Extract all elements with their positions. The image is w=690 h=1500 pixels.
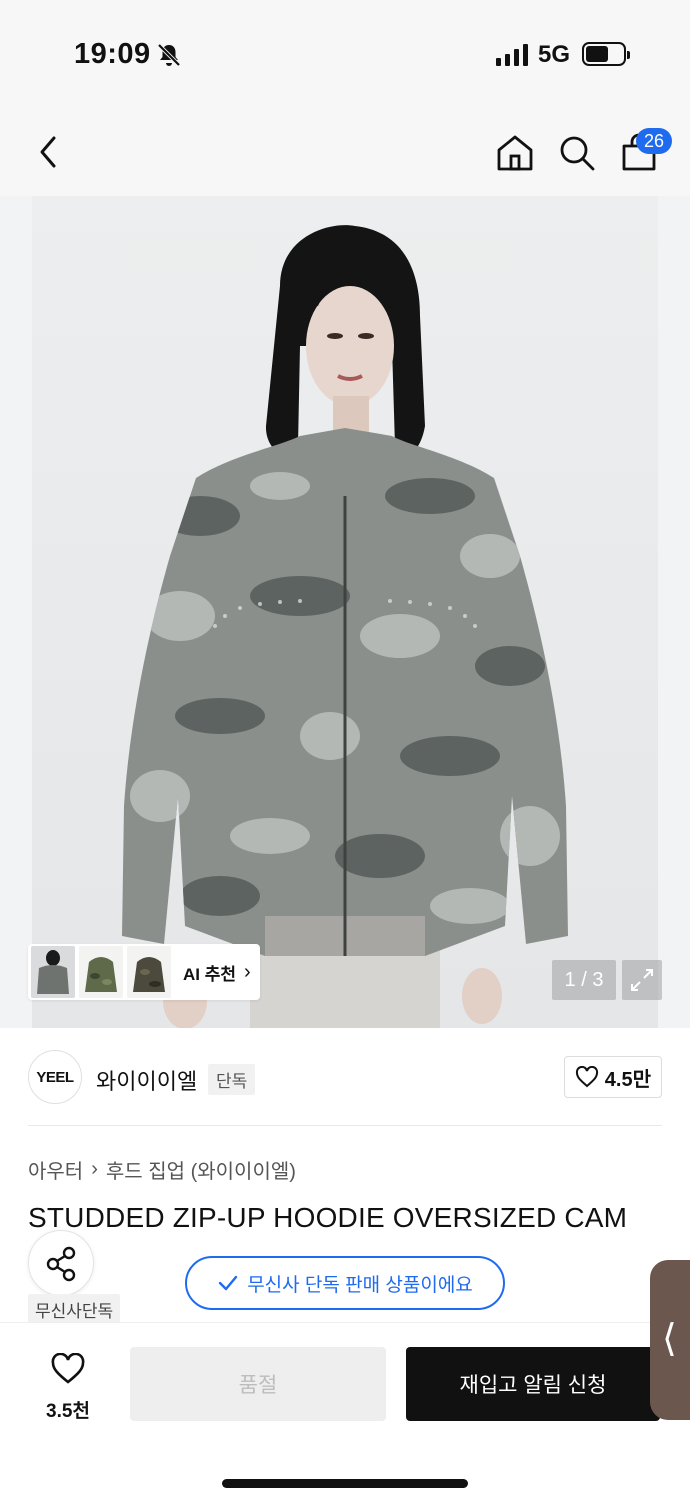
top-nav (0, 110, 690, 196)
bottom-action-bar: 3.5천 품절 재입고 알림 신청 (0, 1322, 690, 1500)
bell-off-icon (157, 43, 181, 67)
musinsa-exclusive-tag: 무신사단독 (28, 1294, 121, 1325)
status-time: 19:09 (74, 38, 151, 70)
product-image-gallery[interactable] (0, 196, 690, 1028)
expand-icon[interactable] (622, 960, 662, 1000)
check-icon (218, 1275, 238, 1291)
cart-count-badge: 26 (636, 128, 672, 154)
back-arrow-icon[interactable] (34, 132, 64, 172)
side-drawer-tab[interactable]: ⟨ (650, 1260, 690, 1420)
recommend-thumb-2[interactable] (79, 946, 123, 998)
chevron-right-icon: › (244, 960, 251, 983)
product-title: STUDDED ZIP-UP HOODIE OVERSIZED CAM (28, 1202, 628, 1233)
heart-icon (51, 1352, 85, 1384)
brand-logo[interactable]: YEEL (28, 1050, 82, 1104)
image-counter: 1 / 3 (552, 960, 616, 1000)
wishlist-count: 3.5천 (46, 1401, 90, 1422)
exclusive-tag: 단독 (208, 1064, 256, 1095)
chevron-left-icon: ⟨ (662, 1318, 677, 1360)
brand-like-button[interactable]: 4.5만 (563, 1056, 662, 1098)
brand-name[interactable]: 와이이이엘 (96, 1064, 197, 1096)
breadcrumb: 아우터 › 후드 집업 (와이이이엘) (28, 1155, 296, 1184)
share-icon (46, 1246, 76, 1282)
recommend-thumb-3[interactable] (127, 946, 171, 998)
battery-icon (582, 42, 630, 66)
network-type: 5G (538, 41, 571, 68)
wishlist-button[interactable]: 3.5천 (28, 1352, 108, 1423)
exclusive-notice-pill: 무신사 단독 판매 상품이에요 (185, 1256, 505, 1310)
signal-icon (496, 44, 528, 66)
recommend-thumb-1[interactable] (31, 946, 75, 998)
soldout-button: 품절 (130, 1347, 386, 1421)
brand-row: YEEL 와이이이엘 단독 4.5만 (28, 1028, 662, 1126)
home-indicator (222, 1479, 468, 1488)
restock-alert-button[interactable]: 재입고 알림 신청 (406, 1347, 660, 1421)
breadcrumb-subcategory[interactable]: 후드 집업 (와이이이엘) (106, 1155, 296, 1184)
ai-recommend-label: AI 추천 (183, 964, 237, 984)
home-icon[interactable] (494, 132, 536, 174)
status-bar: 19:09 5G (0, 0, 690, 110)
breadcrumb-category[interactable]: 아우터 (28, 1155, 83, 1184)
exclusive-notice-text: 무신사 단독 판매 상품이에요 (247, 1274, 473, 1296)
share-button[interactable] (28, 1230, 94, 1296)
ai-recommend-button[interactable]: AI 추천 › (28, 944, 260, 1000)
product-photo (122, 225, 568, 1028)
chevron-right-icon: › (91, 1158, 98, 1180)
search-icon[interactable] (556, 132, 598, 174)
heart-icon (575, 1066, 598, 1088)
brand-like-count: 4.5만 (604, 1068, 651, 1091)
